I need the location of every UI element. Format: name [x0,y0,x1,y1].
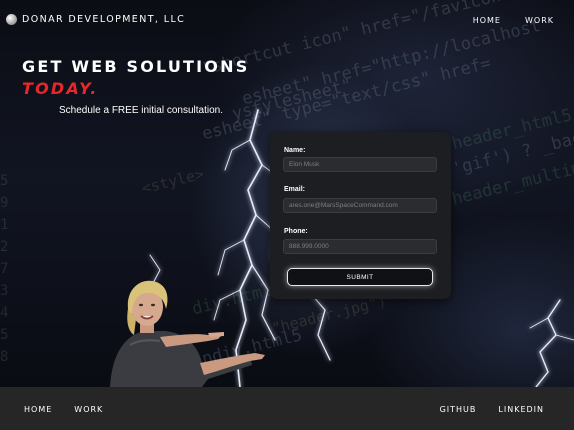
presenter-photo [110,280,265,387]
email-label: Email: [284,186,306,193]
hero-subheading: Schedule a FREE initial consultation. [59,105,223,116]
top-navigation: Home Work [473,16,554,25]
brand[interactable]: Donar Development, LLC [6,14,185,25]
hero-headline: Get Web Solutions [22,57,250,76]
hero-headline-accent: Today. [22,79,99,98]
phone-field[interactable] [283,239,437,254]
footer: Home Work Github LinkedIn [0,387,574,430]
name-field[interactable] [283,157,437,172]
footer-link-linkedin[interactable]: LinkedIn [498,405,544,414]
logo-icon [6,14,17,25]
phone-label: Phone: [284,228,308,235]
footer-link-home[interactable]: Home [24,405,52,414]
nav-link-work[interactable]: Work [525,16,554,25]
brand-name: Donar Development, LLC [22,14,186,25]
footer-link-work[interactable]: Work [74,405,103,414]
consultation-form: Name: Email: Phone: Submit [270,132,451,299]
footer-nav-right: Github LinkedIn [440,405,544,414]
footer-nav-left: Home Work [24,405,103,414]
nav-link-home[interactable]: Home [473,16,501,25]
submit-button[interactable]: Submit [287,268,433,286]
name-label: Name: [284,147,306,154]
email-field[interactable] [283,198,437,213]
footer-link-github[interactable]: Github [440,405,477,414]
